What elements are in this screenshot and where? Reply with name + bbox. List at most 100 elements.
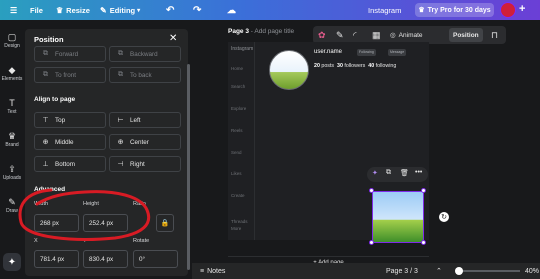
align-bottom-icon: ⊥ bbox=[42, 161, 49, 168]
try-pro-button[interactable]: ♛ Try Pro for 30 days bbox=[415, 3, 494, 17]
align-middle-button[interactable]: ⊕ Middle bbox=[34, 134, 106, 150]
x-label: X bbox=[34, 238, 38, 244]
pages-chevron-icon[interactable]: ⌃ bbox=[436, 263, 442, 279]
y-label: Y bbox=[83, 238, 87, 244]
more-icon[interactable]: ••• bbox=[415, 169, 422, 176]
avatar[interactable] bbox=[500, 2, 516, 18]
ig-nav-item: Home bbox=[231, 66, 244, 71]
trash-icon[interactable]: 🗑 bbox=[400, 169, 409, 177]
menu-icon[interactable]: ☰ bbox=[10, 0, 20, 20]
redo-icon[interactable]: ↷ bbox=[193, 0, 201, 20]
rail-item-label: Brand bbox=[5, 142, 19, 148]
following-count: 40 bbox=[368, 63, 375, 69]
forward-label: Forward bbox=[55, 50, 79, 58]
rail-item-draw[interactable]: ✎ Draw bbox=[0, 197, 24, 214]
page-title-label[interactable]: Page 3 - Add page title bbox=[228, 28, 294, 35]
advanced-heading: Advanced bbox=[34, 186, 66, 193]
side-rail: ▢ Design ◆ Elements T Text ♛ Brand ⇪ Upl… bbox=[0, 20, 24, 279]
pencil-icon: ✎ bbox=[100, 5, 107, 15]
animate-icon: ◎ bbox=[390, 32, 396, 39]
editing-mode-button[interactable]: ✎ Editing ▾ bbox=[100, 0, 140, 20]
height-field[interactable]: 252.4 px bbox=[83, 214, 128, 232]
following-tag: Following bbox=[357, 49, 376, 56]
editing-label: Editing bbox=[109, 5, 136, 15]
align-left-label: Left bbox=[130, 116, 141, 124]
y-field[interactable]: 830.4 px bbox=[83, 250, 128, 268]
zoom-slider[interactable] bbox=[460, 270, 520, 272]
document-title[interactable]: Instagram bbox=[368, 0, 401, 20]
align-top-icon: ⊤ bbox=[42, 117, 49, 124]
align-top-button[interactable]: ⊤ Top bbox=[34, 112, 106, 128]
align-left-button[interactable]: ⊢ Left bbox=[109, 112, 181, 128]
backward-button[interactable]: ⧉ Backward bbox=[109, 46, 181, 62]
resize-handle[interactable] bbox=[369, 188, 374, 193]
to-front-button[interactable]: ⧉ To front bbox=[34, 67, 106, 83]
width-field[interactable]: 268 px bbox=[34, 214, 79, 232]
backward-label: Backward bbox=[130, 50, 158, 58]
magic-icon[interactable]: ✦ bbox=[3, 253, 21, 271]
panel-scrollbar[interactable] bbox=[187, 64, 190, 270]
selected-image[interactable] bbox=[372, 191, 424, 243]
ig-nav-item: Likes bbox=[231, 171, 242, 176]
page-counter[interactable]: Page 3 / 3 bbox=[386, 263, 418, 279]
align-right-icon: ⊣ bbox=[117, 161, 124, 168]
magic-edit-icon[interactable]: ✦ bbox=[372, 169, 378, 177]
resize-handle[interactable] bbox=[421, 240, 426, 245]
chevron-down-icon: ▾ bbox=[137, 7, 141, 14]
rail-item-label: Uploads bbox=[2, 175, 22, 181]
profile-picture bbox=[269, 50, 309, 90]
align-bottom-button[interactable]: ⊥ Bottom bbox=[34, 156, 106, 172]
design-icon: ▢ bbox=[7, 32, 17, 42]
add-collaborator-button[interactable]: + bbox=[519, 3, 525, 15]
paint-format-icon[interactable]: ⊓ bbox=[491, 26, 498, 44]
resize-handle[interactable] bbox=[369, 240, 374, 245]
resize-handle[interactable] bbox=[421, 188, 426, 193]
posts-count: 20 bbox=[314, 63, 320, 69]
rail-item-brand[interactable]: ♛ Brand bbox=[0, 131, 24, 148]
zoom-slider-handle[interactable] bbox=[455, 267, 463, 275]
ratio-lock-icon[interactable]: 🔒 bbox=[156, 214, 174, 232]
align-bottom-label: Bottom bbox=[55, 160, 75, 168]
to-back-icon: ⧉ bbox=[118, 71, 123, 78]
align-top-label: Top bbox=[55, 116, 66, 124]
page-number: Page 3 bbox=[228, 28, 249, 35]
ig-nav-item: Reels bbox=[231, 128, 243, 133]
rail-item-text[interactable]: T Text bbox=[0, 98, 24, 115]
align-right-button[interactable]: ⊣ Right bbox=[109, 156, 181, 172]
width-label: Width bbox=[34, 201, 49, 207]
element-quick-actions: ✦ ⧉ 🗑 ••• bbox=[367, 167, 428, 182]
to-front-icon: ⧉ bbox=[43, 71, 48, 78]
posts-label: posts bbox=[321, 63, 335, 69]
ig-nav-item: Send bbox=[231, 150, 242, 155]
rotate-field[interactable]: 0° bbox=[133, 250, 178, 268]
zoom-level[interactable]: 40% bbox=[525, 263, 539, 279]
align-middle-label: Middle bbox=[55, 138, 74, 146]
forward-button[interactable]: ⧉ Forward bbox=[34, 46, 106, 62]
undo-icon[interactable]: ↶ bbox=[166, 0, 174, 20]
rail-item-label: Elements bbox=[1, 76, 23, 82]
ig-nav-item: Create bbox=[231, 193, 245, 198]
draw-icon: ✎ bbox=[8, 197, 16, 207]
x-field[interactable]: 781.4 px bbox=[34, 250, 79, 268]
duplicate-icon[interactable]: ⧉ bbox=[386, 169, 391, 177]
rotate-icon[interactable]: ↻ bbox=[439, 212, 449, 222]
rotate-label: Rotate bbox=[133, 238, 150, 244]
position-button[interactable]: Position bbox=[449, 28, 483, 42]
rail-item-design[interactable]: ▢ Design bbox=[0, 32, 24, 49]
notes-button[interactable]: ≡ Notes bbox=[200, 263, 225, 279]
resize-button[interactable]: ♛ Resize bbox=[56, 0, 90, 20]
followers-count: 30 bbox=[337, 63, 343, 69]
animate-label: Animate bbox=[398, 31, 423, 39]
position-panel: Position ✕ ⧉ Forward ⧉ Backward ⧉ To fro… bbox=[25, 29, 188, 276]
align-left-icon: ⊢ bbox=[117, 117, 124, 124]
close-icon[interactable]: ✕ bbox=[169, 33, 177, 44]
to-front-label: To front bbox=[55, 71, 76, 79]
rail-item-elements[interactable]: ◆ Elements bbox=[0, 65, 24, 82]
rail-item-uploads[interactable]: ⇪ Uploads bbox=[0, 164, 24, 181]
align-center-label: Center bbox=[130, 138, 149, 146]
cloud-save-icon[interactable]: ☁ bbox=[227, 0, 236, 20]
message-tag: Message bbox=[388, 49, 407, 56]
align-center-button[interactable]: ⊕ Center bbox=[109, 134, 181, 150]
to-back-button[interactable]: ⧉ To back bbox=[109, 67, 181, 83]
file-menu[interactable]: File bbox=[30, 0, 43, 20]
